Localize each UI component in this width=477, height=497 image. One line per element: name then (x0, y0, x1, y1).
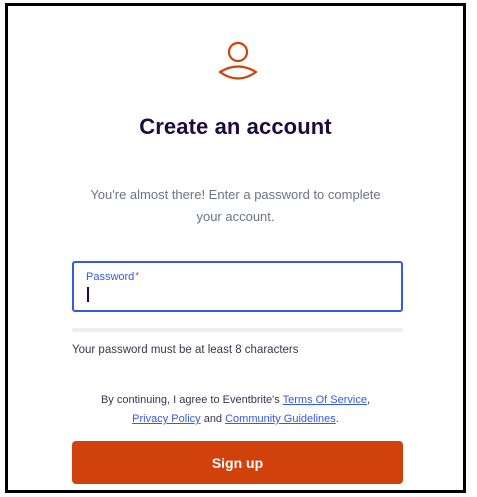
password-label: Password* (86, 271, 139, 283)
terms-of-service-link[interactable]: Terms Of Service (283, 394, 367, 406)
text-caret (87, 287, 89, 302)
password-strength-bar (72, 328, 403, 332)
signup-card: Create an account You're almost there! E… (8, 6, 463, 490)
password-hint: Your password must be at least 8 charact… (72, 344, 299, 356)
window-frame: Create an account You're almost there! E… (5, 3, 466, 493)
password-input[interactable] (84, 285, 391, 307)
legal-text: By continuing, I agree to Eventbrite's T… (72, 391, 399, 429)
page-subtitle: You're almost there! Enter a password to… (90, 187, 381, 224)
user-icon (218, 41, 258, 80)
password-field[interactable]: Password* (72, 261, 403, 312)
password-label-text: Password (86, 271, 135, 283)
page-title: Create an account (139, 114, 332, 139)
legal-comma: , (366, 394, 371, 406)
community-guidelines-link[interactable]: Community Guidelines (225, 413, 336, 425)
sign-up-button[interactable]: Sign up (72, 441, 403, 484)
privacy-policy-link[interactable]: Privacy Policy (132, 413, 200, 425)
legal-period: . (335, 413, 339, 425)
legal-prefix: By continuing, I agree to Eventbrite's (100, 394, 283, 406)
legal-and: and (200, 413, 226, 425)
required-mark: * (135, 271, 140, 282)
